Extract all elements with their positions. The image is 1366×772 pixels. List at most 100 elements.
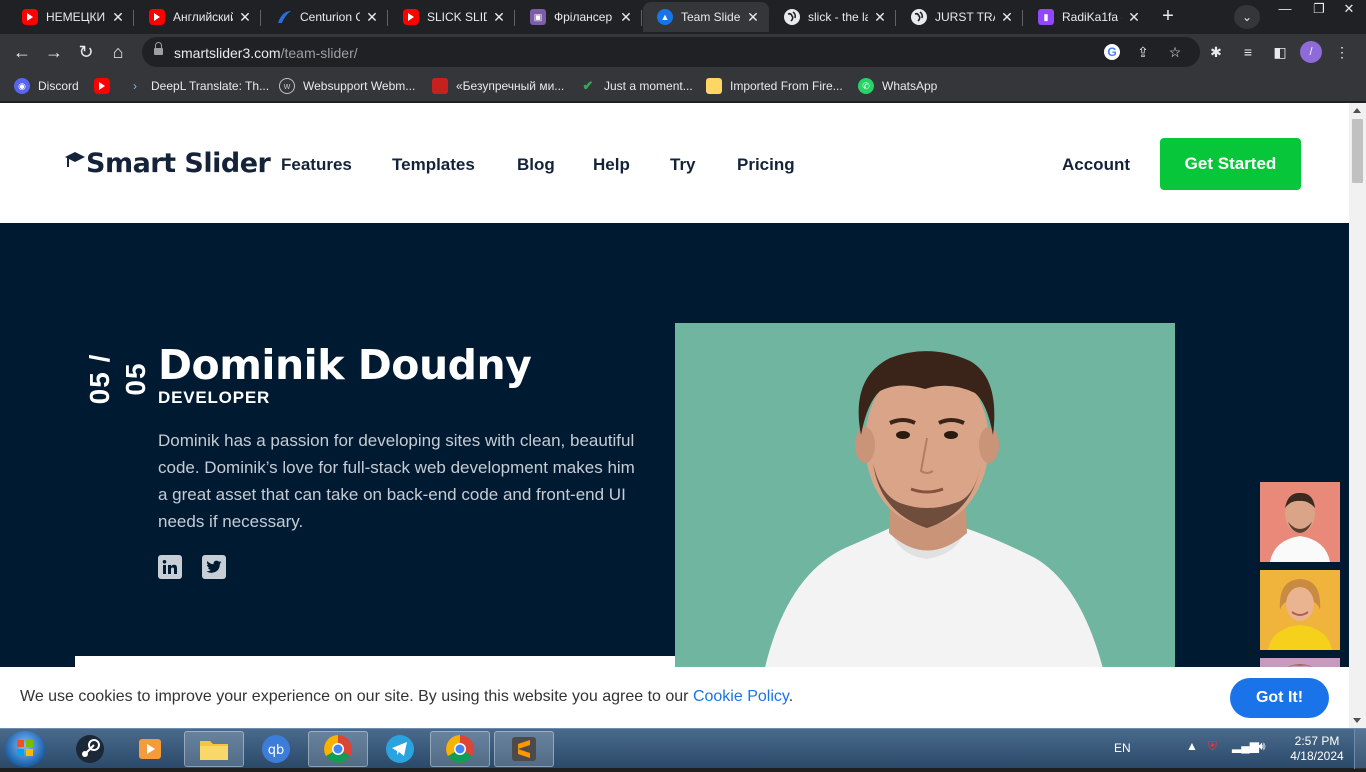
minimize-icon[interactable]: — — [1268, 0, 1302, 20]
scrollbar-thumb[interactable] — [1352, 119, 1363, 183]
close-icon[interactable]: ✕ — [872, 9, 888, 26]
url-text[interactable]: smartslider3.com/team-slider/ — [174, 45, 358, 61]
cookie-message: We use cookies to improve your experienc… — [20, 688, 693, 705]
linkedin-icon[interactable] — [158, 555, 182, 579]
network-icon[interactable]: ▂▄▆ — [1232, 739, 1259, 753]
smartslider-icon: ▲ — [657, 9, 673, 25]
address-bar[interactable]: smartslider3.com/team-slider/ G ⇪ ☆ — [142, 37, 1200, 67]
show-hidden-icons-icon[interactable]: ▲ — [1186, 739, 1198, 753]
close-icon[interactable]: ✕ — [491, 9, 507, 26]
twitch-icon: ▮ — [1038, 9, 1054, 25]
google-icon[interactable]: G — [1104, 44, 1120, 60]
bookmark-discord[interactable]: ◉ Discord — [14, 76, 79, 96]
side-panel-icon[interactable]: ◧ — [1270, 43, 1290, 61]
scroll-down-arrow-icon[interactable] — [1353, 718, 1361, 723]
websupport-icon: w — [279, 78, 295, 94]
nav-help[interactable]: Help — [593, 155, 630, 175]
site-header: Smart Slider Features Templates Blog Hel… — [0, 103, 1349, 223]
tab-4[interactable]: SLICK SLIDE ✕ — [389, 2, 515, 32]
thumbnail-2[interactable] — [1260, 570, 1340, 650]
bookmark-star-icon[interactable]: ☆ — [1166, 44, 1184, 60]
bookmark-deepl[interactable]: › DeepL Translate: Th... — [127, 76, 269, 96]
nav-pricing[interactable]: Pricing — [737, 155, 795, 175]
tab-2[interactable]: Английский ✕ — [135, 2, 261, 32]
bookmark-label: WhatsApp — [882, 79, 938, 93]
twitter-icon[interactable] — [202, 555, 226, 579]
steam-icon[interactable] — [60, 731, 120, 767]
restore-icon[interactable]: ❐ — [1302, 0, 1336, 20]
forward-icon[interactable]: → — [42, 41, 66, 63]
back-icon[interactable]: ← — [10, 41, 34, 63]
sublime-text-icon[interactable] — [494, 731, 554, 767]
chrome-icon[interactable] — [308, 731, 368, 767]
member-role: DEVELOPER — [158, 388, 271, 407]
page-scrollbar[interactable] — [1349, 103, 1366, 728]
close-icon[interactable]: ✕ — [745, 9, 761, 26]
show-desktop-button[interactable] — [1354, 729, 1366, 769]
bookmark-label: Imported From Fire... — [730, 79, 843, 93]
clock-date: 4/18/2024 — [1290, 749, 1344, 763]
tab-8[interactable]: JURST TRAD ✕ — [897, 2, 1023, 32]
security-tray-icon[interactable]: ⛨ — [1208, 739, 1217, 754]
nav-templates[interactable]: Templates — [392, 155, 475, 175]
tab-title: SLICK SLIDE — [427, 10, 487, 24]
tab-9[interactable]: ▮ RadiKa1fa - ✕ — [1024, 2, 1150, 32]
youtube-icon — [149, 9, 165, 25]
nav-try[interactable]: Try — [670, 155, 696, 175]
new-tab-button[interactable]: + — [1156, 6, 1180, 28]
bookmark-just-a-moment[interactable]: ✔ Just a moment... — [580, 76, 693, 96]
home-icon[interactable]: ⌂ — [106, 41, 130, 63]
tab-title: slick - the la — [808, 10, 868, 24]
nav-features[interactable]: Features — [281, 155, 352, 175]
tab-5[interactable]: ▣ Фрілансер ✕ — [516, 2, 642, 32]
bookmark-label: «Безупречный ми... — [456, 79, 565, 93]
window-close-icon[interactable]: ✕ — [1332, 0, 1366, 20]
close-icon[interactable]: ✕ — [999, 9, 1015, 26]
extensions-icon[interactable]: ✱ — [1206, 43, 1226, 61]
chrome-icon[interactable] — [430, 731, 490, 767]
tab-search-icon[interactable]: ⌄ — [1234, 5, 1260, 29]
volume-icon[interactable]: 🔊︎ — [1258, 739, 1266, 754]
close-icon[interactable]: ✕ — [237, 9, 253, 26]
tab-title: Английский — [173, 10, 233, 24]
thumbnail-1[interactable] — [1260, 482, 1340, 562]
close-icon[interactable]: ✕ — [110, 9, 126, 26]
telegram-icon[interactable] — [370, 731, 430, 767]
close-icon[interactable]: ✕ — [1126, 9, 1142, 26]
bookmark-red[interactable]: «Безупречный ми... — [432, 76, 564, 96]
close-icon[interactable]: ✕ — [618, 9, 634, 26]
url-domain: smartslider3.com — [174, 45, 281, 61]
account-link[interactable]: Account — [1062, 155, 1130, 175]
tab-1[interactable]: НЕМЕЦКИЙ ✕ — [8, 2, 134, 32]
language-indicator[interactable]: EN — [1114, 741, 1131, 755]
bookmark-whatsapp[interactable]: ✆ WhatsApp — [858, 76, 937, 96]
menu-icon[interactable]: ⋮ — [1332, 43, 1352, 61]
tab-3[interactable]: Centurion G ✕ — [262, 2, 388, 32]
bookmark-folder-imported[interactable]: Imported From Fire... — [706, 76, 843, 96]
close-icon[interactable]: ✕ — [364, 9, 380, 26]
media-player-icon[interactable] — [120, 731, 180, 767]
scroll-up-arrow-icon[interactable] — [1353, 108, 1361, 113]
tab-6-active[interactable]: ▲ Team Slider ✕ — [643, 2, 769, 32]
bookmark-youtube[interactable] — [94, 76, 118, 96]
globe-icon — [911, 9, 927, 25]
site-logo[interactable]: Smart Slider — [64, 145, 271, 181]
got-it-button[interactable]: Got It! — [1230, 678, 1329, 718]
system-clock[interactable]: 2:57 PM 4/18/2024 — [1284, 734, 1350, 764]
bookmark-websupport[interactable]: w Websupport Webm... — [279, 76, 415, 96]
profile-avatar[interactable]: / — [1300, 41, 1322, 63]
file-explorer-icon[interactable] — [184, 731, 244, 767]
get-started-button[interactable]: Get Started — [1160, 138, 1301, 190]
youtube-icon — [22, 9, 38, 25]
check-icon: ✔ — [582, 78, 594, 93]
start-button[interactable] — [5, 731, 45, 767]
qbittorrent-icon[interactable]: qb — [246, 731, 306, 767]
share-icon[interactable]: ⇪ — [1134, 44, 1152, 60]
page-viewport: Smart Slider Features Templates Blog Hel… — [0, 103, 1349, 728]
cookie-policy-link[interactable]: Cookie Policy — [693, 688, 789, 705]
tab-7[interactable]: slick - the la ✕ — [770, 2, 896, 32]
media-control-icon[interactable]: ≡ — [1238, 43, 1258, 61]
cookie-period: . — [788, 688, 794, 705]
reload-icon[interactable]: ↻ — [74, 41, 98, 63]
nav-blog[interactable]: Blog — [517, 155, 555, 175]
